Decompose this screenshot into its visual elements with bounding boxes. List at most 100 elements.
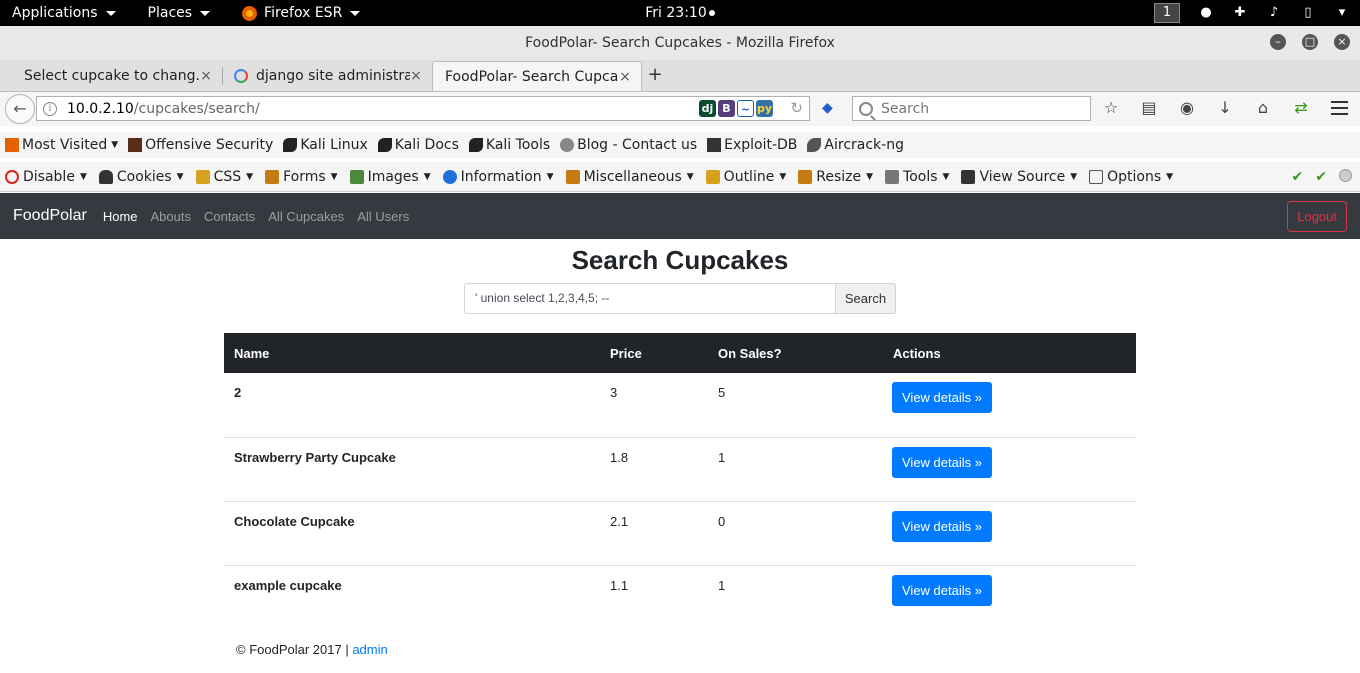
- django-icon[interactable]: dj: [699, 100, 716, 117]
- tab-foodpolar-search[interactable]: FoodPolar- Search Cupca... ×: [432, 61, 642, 91]
- cupcake-on-sale: 1: [708, 436, 883, 501]
- search-input[interactable]: ' union select 1,2,3,4,5; --: [464, 283, 836, 314]
- dev-menu-view-source[interactable]: View Source ▼: [961, 169, 1077, 185]
- options-icon: [1089, 169, 1104, 184]
- render-mode-icon[interactable]: [1339, 169, 1352, 182]
- nav-all-users[interactable]: All Users: [357, 209, 409, 224]
- view-details-button[interactable]: View details »: [892, 446, 992, 478]
- js-valid-check-icon[interactable]: ✔: [1315, 169, 1327, 185]
- volume-icon[interactable]: ♪: [1266, 5, 1282, 21]
- bookmark-blog[interactable]: Blog - Contact us: [560, 137, 697, 153]
- home-icon[interactable]: ⌂: [1254, 98, 1272, 118]
- workspace-indicator[interactable]: 1: [1154, 3, 1180, 23]
- reading-list-icon[interactable]: ▤: [1140, 98, 1158, 118]
- cupcake-actions: View details »: [883, 500, 1136, 565]
- bookmark-label: Aircrack-ng: [824, 137, 904, 153]
- tab-django-admin-select[interactable]: Select cupcake to chang... ×: [12, 61, 223, 91]
- cupcake-actions: View details »: [883, 373, 1136, 437]
- dev-menu-images[interactable]: Images ▼: [349, 168, 431, 185]
- hamburger-menu-icon[interactable]: [1331, 101, 1348, 115]
- dev-menu-label: Forms: [283, 168, 326, 185]
- search-bar[interactable]: Search: [852, 96, 1091, 121]
- battery-icon[interactable]: ▯: [1300, 5, 1316, 21]
- download-icon[interactable]: ↓: [1216, 98, 1234, 118]
- proxy-switch-icon[interactable]: ⇄: [1292, 98, 1310, 118]
- nav-toolbar-icons: ☆ ▤ ◉ ↓ ⌂ ⇄: [1102, 98, 1310, 118]
- bookmark-kali-tools[interactable]: Kali Tools: [468, 137, 550, 153]
- view-details-button[interactable]: View details »: [892, 510, 992, 542]
- view-details-button[interactable]: View details »: [892, 574, 992, 606]
- column-header-name: Name: [224, 333, 600, 373]
- python-icon[interactable]: py: [756, 100, 773, 117]
- table-row: example cupcake 1.1 1 View details »: [224, 564, 1136, 629]
- chevron-down-icon: ▼: [246, 171, 254, 182]
- site-brand[interactable]: FoodPolar: [13, 207, 87, 225]
- css-valid-check-icon[interactable]: ✔: [1292, 169, 1304, 185]
- css-icon: [195, 169, 210, 184]
- bookmark-star-icon[interactable]: ☆: [1102, 98, 1120, 118]
- chevron-down-icon: ▼: [330, 171, 338, 182]
- bookmark-kali-linux[interactable]: Kali Linux: [283, 137, 368, 153]
- url-bar[interactable]: i 10.0.2.10/cupcakes/search/ dj B ~ py ↻: [36, 96, 810, 121]
- footer-copyright: © FoodPolar 2017 |: [236, 642, 349, 657]
- new-tab-icon[interactable]: +: [642, 61, 668, 91]
- back-arrow-icon[interactable]: ←: [5, 94, 35, 124]
- system-menu-chevron-icon[interactable]: ▾: [1334, 5, 1350, 21]
- cupcake-price: 3: [610, 385, 618, 400]
- tab-close-icon[interactable]: ×: [410, 68, 422, 84]
- chevron-down-icon: [350, 10, 361, 16]
- nav-contacts[interactable]: Contacts: [204, 209, 255, 224]
- dev-menu-tools[interactable]: Tools ▼: [885, 169, 949, 185]
- pocket-icon[interactable]: ◉: [1178, 98, 1196, 118]
- jquery-icon[interactable]: ~: [737, 100, 754, 117]
- app-menu[interactable]: Firefox ESR: [242, 5, 361, 21]
- cookies-icon: [98, 169, 113, 184]
- dev-menu-label: Cookies: [116, 168, 172, 185]
- view-details-button[interactable]: View details »: [892, 382, 992, 413]
- dev-menu-css[interactable]: CSS ▼: [195, 169, 254, 185]
- kali-dragon-icon: [377, 138, 392, 152]
- dev-menu-cookies[interactable]: Cookies ▼: [98, 168, 184, 185]
- bookmark-most-visited[interactable]: Most Visited ▼: [5, 137, 118, 153]
- forms-icon: [265, 169, 280, 184]
- dev-menu-resize[interactable]: Resize ▼: [798, 169, 873, 185]
- chevron-down-icon: ▼: [686, 171, 694, 182]
- dev-menu-label: Images: [367, 168, 419, 185]
- dev-menu-forms[interactable]: Forms ▼: [265, 168, 338, 185]
- nav-all-cupcakes[interactable]: All Cupcakes: [268, 209, 344, 224]
- dev-menu-disable[interactable]: Disable ▼: [5, 169, 87, 185]
- video-icon[interactable]: ●: [1198, 5, 1214, 21]
- dev-menu-information[interactable]: Information ▼: [442, 169, 554, 185]
- nav-abouts[interactable]: Abouts: [151, 209, 191, 224]
- tab-close-icon[interactable]: ×: [200, 68, 212, 84]
- close-icon[interactable]: ×: [1334, 34, 1350, 50]
- dev-menu-miscellaneous[interactable]: Miscellaneous ▼: [565, 169, 694, 185]
- tab-strip: Select cupcake to chang... × django site…: [0, 60, 1360, 92]
- chevron-down-icon: ▼: [779, 171, 787, 182]
- network-icon[interactable]: ✚: [1232, 5, 1248, 21]
- bookmark-offensive-security[interactable]: Offensive Security: [128, 137, 273, 153]
- cupcake-name: Strawberry Party Cupcake: [224, 436, 600, 501]
- tab-close-icon[interactable]: ×: [619, 69, 631, 85]
- bootstrap-icon[interactable]: B: [718, 100, 735, 117]
- site-info-icon[interactable]: i: [43, 101, 57, 116]
- minimize-icon[interactable]: –: [1270, 34, 1286, 50]
- bookmark-exploit-db[interactable]: Exploit-DB: [707, 137, 797, 153]
- reload-icon[interactable]: ↻: [790, 99, 803, 117]
- shield-icon[interactable]: ◆: [822, 100, 838, 116]
- images-icon: [349, 169, 364, 184]
- site-navbar: FoodPolar Home Abouts Contacts All Cupca…: [0, 193, 1360, 239]
- dev-menu-options[interactable]: Options ▼: [1089, 169, 1173, 185]
- nav-home[interactable]: Home: [103, 209, 138, 224]
- bookmark-aircrack[interactable]: Aircrack-ng: [807, 137, 904, 153]
- dev-menu-label: Tools: [903, 168, 938, 185]
- search-button[interactable]: Search: [836, 283, 896, 314]
- maximize-icon[interactable]: □: [1302, 34, 1318, 50]
- logout-button[interactable]: Logout: [1287, 201, 1347, 232]
- dev-menu-outline[interactable]: Outline ▼: [705, 169, 787, 185]
- bookmark-kali-docs[interactable]: Kali Docs: [377, 137, 459, 153]
- applications-menu[interactable]: Applications: [12, 5, 116, 21]
- places-menu[interactable]: Places: [148, 5, 211, 21]
- admin-link[interactable]: admin: [352, 642, 387, 657]
- tab-django-site-admin[interactable]: django site administra... ×: [222, 61, 432, 91]
